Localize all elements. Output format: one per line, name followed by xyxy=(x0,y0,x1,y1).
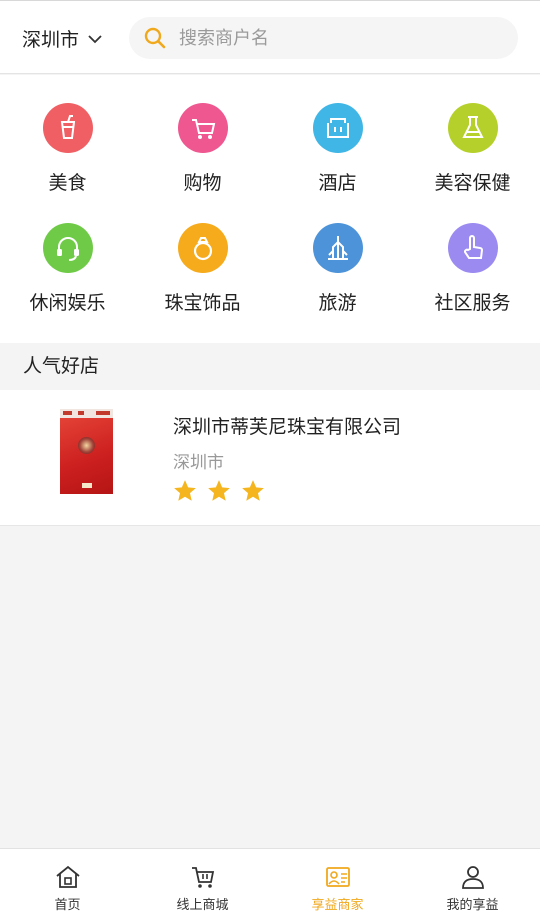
tab-online-mall[interactable]: 线上商城 xyxy=(135,849,270,923)
tab-label: 享益商家 xyxy=(311,898,364,913)
category-community[interactable]: 社区服务 xyxy=(405,223,540,333)
category-label: 珠宝饰品 xyxy=(164,292,241,314)
top-header: 深圳市 xyxy=(0,0,540,74)
tab-label: 我的享益 xyxy=(446,898,499,913)
cart-icon xyxy=(191,867,214,888)
shopping-cart-icon xyxy=(177,103,228,153)
store-thumbnail xyxy=(60,409,113,494)
category-beauty[interactable]: 美容保健 xyxy=(405,103,540,213)
category-travel[interactable]: 旅游 xyxy=(270,223,405,333)
merchant-card-icon xyxy=(325,867,350,887)
headset-icon xyxy=(42,223,93,273)
category-label: 休闲娱乐 xyxy=(29,292,106,314)
home-icon xyxy=(55,865,80,888)
tab-label: 首页 xyxy=(54,898,81,913)
category-shopping[interactable]: 购物 xyxy=(135,103,270,213)
category-jewelry[interactable]: 珠宝饰品 xyxy=(135,223,270,333)
category-hotel[interactable]: 酒店 xyxy=(270,103,405,213)
category-leisure[interactable]: 休闲娱乐 xyxy=(0,223,135,333)
star-icon xyxy=(174,480,196,501)
city-selector[interactable]: 深圳市 xyxy=(22,25,103,52)
search-icon xyxy=(144,27,166,49)
category-label: 美食 xyxy=(48,172,87,194)
city-label: 深圳市 xyxy=(22,29,80,51)
star-icon xyxy=(242,480,264,501)
ring-icon xyxy=(177,223,228,273)
tab-my-account[interactable]: 我的享益 xyxy=(405,849,540,923)
star-icon xyxy=(208,480,230,501)
category-label: 社区服务 xyxy=(434,292,511,314)
category-label: 旅游 xyxy=(318,292,357,314)
chevron-down-icon xyxy=(88,34,102,43)
drink-cup-icon xyxy=(42,103,93,153)
search-bar[interactable] xyxy=(129,17,518,59)
hotel-building-icon xyxy=(312,103,363,153)
section-title: 人气好店 xyxy=(0,343,540,390)
category-food[interactable]: 美食 xyxy=(0,103,135,213)
user-icon xyxy=(461,866,484,889)
category-grid: 美食 购物 酒店 美容保健 休闲娱乐 珠宝饰品 旅游 社区服务 xyxy=(0,75,540,343)
tab-label: 线上商城 xyxy=(176,898,229,913)
store-city: 深圳市 xyxy=(173,453,224,473)
search-input[interactable] xyxy=(179,27,479,49)
tab-merchants[interactable]: 享益商家 xyxy=(270,849,405,923)
tab-home[interactable]: 首页 xyxy=(0,849,135,923)
hand-pointer-icon xyxy=(447,223,498,273)
category-label: 酒店 xyxy=(318,172,357,194)
store-rating xyxy=(172,478,266,504)
travel-tower-icon xyxy=(312,223,363,273)
store-name: 深圳市蒂芙尼珠宝有限公司 xyxy=(173,416,402,438)
category-label: 购物 xyxy=(183,172,222,194)
bottom-tab-bar: 首页 线上商城 享益商家 我的享益 xyxy=(0,848,540,923)
category-label: 美容保健 xyxy=(434,172,511,194)
flask-icon xyxy=(447,103,498,153)
store-card[interactable]: 深圳市蒂芙尼珠宝有限公司 深圳市 xyxy=(0,390,540,526)
